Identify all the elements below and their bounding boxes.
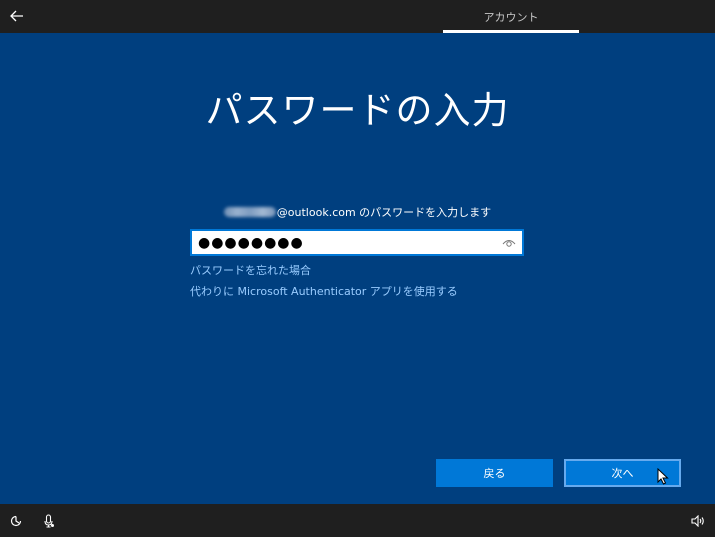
password-prompt: @outlook.com のパスワードを入力します xyxy=(0,204,715,220)
blurred-account-name xyxy=(223,207,276,217)
volume-button[interactable] xyxy=(690,513,706,529)
page-title: パスワードの入力 xyxy=(205,89,510,132)
use-authenticator-link[interactable]: 代わりに Microsoft Authenticator アプリを使用する xyxy=(190,283,458,299)
microphone-button[interactable] xyxy=(41,513,57,529)
arrow-left-icon xyxy=(10,10,23,22)
volume-icon xyxy=(691,515,704,527)
tab-account[interactable]: アカウント xyxy=(443,0,579,33)
back-button[interactable]: 戻る xyxy=(436,459,553,487)
bottom-bar xyxy=(0,504,715,537)
reveal-password-button[interactable] xyxy=(500,234,518,251)
tab-active-indicator xyxy=(443,30,579,33)
ease-of-access-button[interactable] xyxy=(8,513,24,529)
password-prompt-text: @outlook.com のパスワードを入力します xyxy=(276,206,492,219)
password-input[interactable] xyxy=(192,231,492,254)
ease-of-access-icon xyxy=(10,515,22,527)
eye-icon xyxy=(502,239,516,247)
password-field-container xyxy=(190,229,524,256)
microphone-icon xyxy=(44,514,54,528)
top-bar: アカウント xyxy=(0,0,715,33)
back-arrow-button[interactable] xyxy=(6,5,28,27)
mouse-cursor-icon xyxy=(657,468,669,485)
forgot-password-link[interactable]: パスワードを忘れた場合 xyxy=(190,262,311,278)
